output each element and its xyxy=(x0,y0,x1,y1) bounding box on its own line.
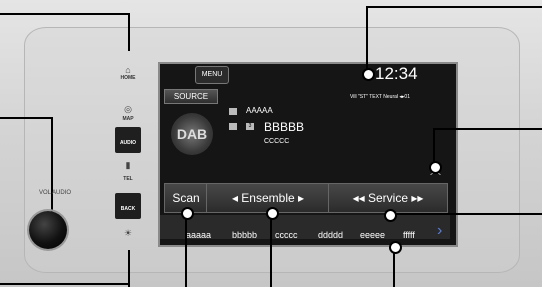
preset-item[interactable]: ccccc xyxy=(275,230,298,240)
source-tab[interactable]: SOURCE xyxy=(164,89,218,104)
preset-item[interactable]: bbbbb xyxy=(232,230,257,240)
callout-line xyxy=(366,6,542,8)
home-label: HOME xyxy=(120,75,136,81)
menu-button[interactable]: MENU xyxy=(195,66,229,84)
callout-dot xyxy=(389,241,402,254)
home-icon: ⌂ xyxy=(125,65,131,75)
map-icon: ◎ xyxy=(124,104,132,114)
preset-next-icon[interactable]: › xyxy=(437,222,442,240)
line2-marker: 3 xyxy=(246,123,254,130)
callout-dot xyxy=(181,207,194,220)
callout-dot xyxy=(384,209,397,222)
callout-line xyxy=(0,283,130,285)
callout-line xyxy=(433,128,542,130)
callout-line xyxy=(51,117,53,219)
callout-dot xyxy=(362,68,375,81)
callout-line xyxy=(0,13,130,15)
map-label: MAP xyxy=(122,116,134,122)
callout-line xyxy=(185,211,187,287)
ensemble-next-icon: ▸ xyxy=(298,191,305,205)
callout-dot xyxy=(429,161,442,174)
service-label: Service xyxy=(367,191,408,205)
callout-dot xyxy=(266,207,279,220)
service-prev-icon: ◂◂ xyxy=(352,191,368,205)
audio-label: AUDIO xyxy=(119,140,137,146)
dab-logo: DAB xyxy=(171,113,213,155)
line2-marker-a xyxy=(229,123,237,130)
callout-line xyxy=(388,213,542,215)
preset-item[interactable]: ddddd xyxy=(318,230,343,240)
phone-icon: ▮ xyxy=(125,160,131,170)
back-button[interactable]: BACK xyxy=(115,193,141,219)
tel-label: TEL xyxy=(123,176,133,182)
service-next-icon: ▸▸ xyxy=(411,191,424,205)
preset-item[interactable]: eeeee xyxy=(360,230,385,240)
callout-line xyxy=(270,211,272,287)
brightness-icon[interactable]: ☀ xyxy=(115,228,141,239)
audio-button[interactable]: AUDIO xyxy=(115,127,141,153)
ensemble-prev-icon: ◂ xyxy=(231,191,242,205)
clock: 12:34 xyxy=(375,64,418,83)
callout-line xyxy=(128,13,130,51)
preset-item[interactable]: aaaaa xyxy=(186,230,211,240)
power-volume-knob[interactable] xyxy=(29,211,67,249)
line1: AAAAA xyxy=(246,106,273,115)
back-label: BACK xyxy=(120,206,136,212)
callout-line xyxy=(0,117,53,119)
ensemble-label: Ensemble xyxy=(241,191,295,205)
line1-marker xyxy=(229,108,237,115)
knob-label: VOL AUDIO xyxy=(38,190,72,196)
line2: BBBBB xyxy=(264,120,305,134)
status-text: Vill "ST" TEXT Neural ◂▸01 xyxy=(350,94,410,100)
line3: CCCCC xyxy=(264,138,290,145)
preset-item[interactable]: fffff xyxy=(403,230,415,240)
callout-line xyxy=(128,250,130,287)
callout-line xyxy=(366,6,368,72)
